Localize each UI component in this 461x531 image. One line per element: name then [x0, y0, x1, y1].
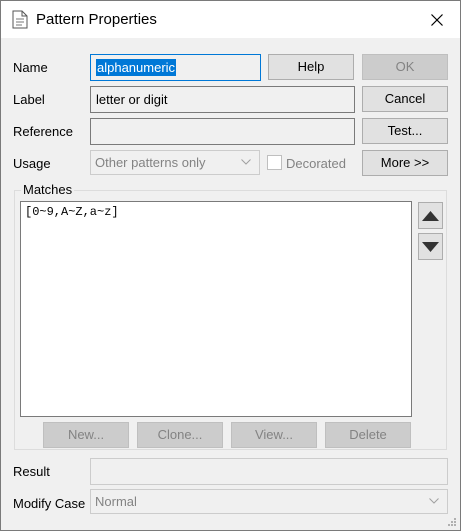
- matches-text: [0~9,A~Z,a~z]: [25, 205, 119, 219]
- matches-textarea[interactable]: [0~9,A~Z,a~z]: [20, 201, 412, 417]
- usage-select[interactable]: Other patterns only: [90, 150, 260, 175]
- matches-label: Matches: [21, 182, 75, 197]
- more-button[interactable]: More >>: [362, 150, 448, 176]
- label-field[interactable]: letter or digit: [90, 86, 355, 113]
- view-button[interactable]: View...: [231, 422, 317, 448]
- document-icon: [12, 10, 28, 29]
- name-field[interactable]: alphanumeric: [90, 54, 261, 81]
- modify-case-label: Modify Case: [13, 496, 86, 511]
- usage-label: Usage: [13, 156, 51, 171]
- triangle-up-icon: [422, 210, 439, 221]
- name-value: alphanumeric: [96, 59, 177, 76]
- label-label: Label: [13, 92, 45, 107]
- pattern-properties-dialog: Pattern Properties Name alphanumeric Hel…: [0, 0, 461, 531]
- title-bar: Pattern Properties: [1, 1, 460, 38]
- cancel-button[interactable]: Cancel: [362, 86, 448, 112]
- modify-case-select[interactable]: Normal: [90, 489, 448, 514]
- result-field[interactable]: [90, 458, 448, 485]
- new-button[interactable]: New...: [43, 422, 129, 448]
- chevron-down-icon: [429, 498, 439, 504]
- decorated-checkbox[interactable]: [267, 155, 282, 170]
- usage-selected: Other patterns only: [95, 155, 206, 170]
- close-icon: [431, 13, 443, 26]
- chevron-down-icon: [241, 159, 251, 165]
- window-title: Pattern Properties: [36, 11, 157, 28]
- delete-button[interactable]: Delete: [325, 422, 411, 448]
- reference-label: Reference: [13, 124, 73, 139]
- triangle-down-icon: [422, 241, 439, 252]
- move-up-button[interactable]: [418, 202, 443, 229]
- resize-grip-icon[interactable]: [447, 517, 457, 527]
- name-label: Name: [13, 60, 48, 75]
- test-button[interactable]: Test...: [362, 118, 448, 144]
- clone-button[interactable]: Clone...: [137, 422, 223, 448]
- modify-case-selected: Normal: [95, 494, 137, 509]
- help-button[interactable]: Help: [268, 54, 354, 80]
- ok-button[interactable]: OK: [362, 54, 448, 80]
- decorated-label: Decorated: [286, 156, 346, 171]
- close-button[interactable]: [414, 1, 460, 38]
- result-label: Result: [13, 464, 50, 479]
- reference-field[interactable]: [90, 118, 355, 145]
- move-down-button[interactable]: [418, 233, 443, 260]
